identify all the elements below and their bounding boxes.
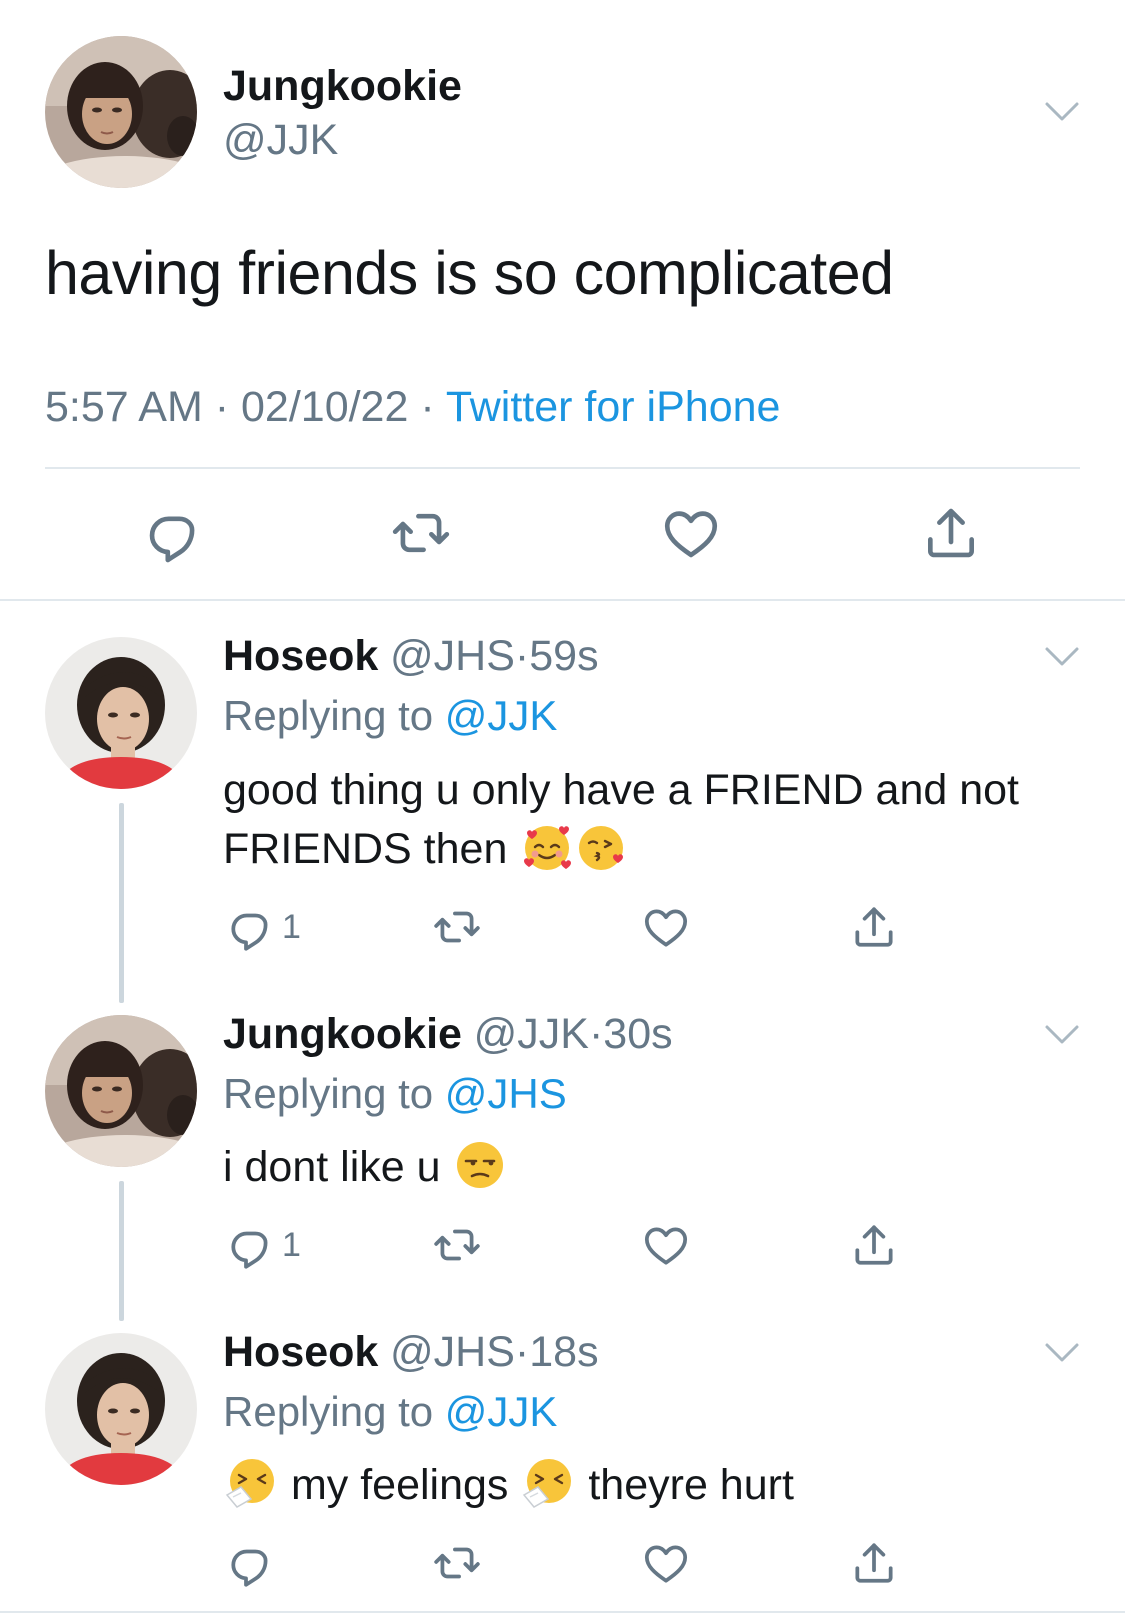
unamused-face-emoji	[454, 1139, 506, 1191]
tweet-time: 5:57 AM	[45, 383, 203, 431]
retweet-icon	[390, 502, 452, 564]
reply-button[interactable]: 1	[226, 902, 301, 952]
reply-text-part: theyre hurt	[588, 1461, 794, 1509]
like-button[interactable]	[660, 502, 722, 564]
share-icon	[849, 1220, 899, 1270]
reply-count: 1	[282, 1225, 301, 1264]
reply-header: Hoseok @JHS·18s	[223, 1328, 599, 1377]
reply-text: i dont like u	[223, 1138, 1083, 1197]
replying-to-prefix: Replying to	[223, 1070, 434, 1117]
replying-to: Replying to @JJK	[223, 692, 557, 740]
retweet-icon	[432, 1220, 482, 1270]
avatar[interactable]	[45, 1333, 197, 1485]
tweet-date: 02/10/22	[241, 383, 409, 431]
smiling-face-with-hearts-emoji	[521, 821, 573, 873]
author-handle[interactable]: @JJK	[223, 116, 338, 165]
retweet-button[interactable]	[390, 502, 452, 564]
avatar[interactable]	[45, 637, 197, 789]
reply-count: 1	[282, 907, 301, 946]
divider	[0, 1611, 1125, 1613]
avatar[interactable]	[45, 36, 197, 188]
reply-age[interactable]: 18s	[529, 1328, 598, 1376]
sneezing-face-emoji	[522, 1457, 574, 1509]
share-button[interactable]	[849, 1220, 899, 1270]
divider	[0, 599, 1125, 601]
author-display-name[interactable]: Hoseok	[223, 632, 378, 680]
replying-to-handle[interactable]: @JJK	[445, 692, 558, 739]
thread-line	[119, 803, 124, 1003]
sneezing-face-emoji	[225, 1457, 277, 1509]
reply-icon	[143, 502, 205, 564]
reply-header: Jungkookie @JJK·30s	[223, 1010, 673, 1059]
reply-text: good thing u only have a FRIEND and not …	[223, 761, 1083, 879]
like-button[interactable]	[641, 1538, 691, 1588]
reply-icon	[226, 902, 276, 952]
chevron-down-icon[interactable]	[1044, 645, 1080, 669]
like-icon	[641, 902, 691, 952]
reply-text-part: i dont like u	[223, 1143, 441, 1191]
retweet-button[interactable]	[432, 1220, 482, 1270]
reply-icon	[226, 1538, 276, 1588]
meta-separator: ·	[420, 383, 435, 431]
share-icon	[849, 1538, 899, 1588]
meta-separator: ·	[514, 632, 530, 680]
chevron-down-icon[interactable]	[1044, 1023, 1080, 1047]
retweet-icon	[432, 1538, 482, 1588]
share-icon	[920, 502, 982, 564]
retweet-icon	[432, 902, 482, 952]
avatar-image	[45, 637, 197, 789]
tweet-source-link[interactable]: Twitter for iPhone	[446, 383, 781, 431]
chevron-down-icon[interactable]	[1044, 1341, 1080, 1365]
reply-button[interactable]	[226, 1538, 276, 1588]
replying-to: Replying to @JHS	[223, 1070, 567, 1118]
meta-separator: ·	[514, 1328, 530, 1376]
like-button[interactable]	[641, 902, 691, 952]
divider	[45, 467, 1080, 469]
reply-text-part: FRIENDS then	[223, 825, 508, 873]
reply-text-line: good thing u only have a FRIEND and not	[223, 766, 1020, 814]
avatar-image	[45, 36, 197, 188]
reply-button[interactable]	[143, 502, 205, 564]
reply-icon	[226, 1220, 276, 1270]
retweet-button[interactable]	[432, 902, 482, 952]
reply-header: Hoseok @JHS·59s	[223, 632, 599, 681]
share-button[interactable]	[920, 502, 982, 564]
share-icon	[849, 902, 899, 952]
author-handle[interactable]: @JHS	[390, 632, 515, 680]
thread-line	[119, 1181, 124, 1321]
avatar[interactable]	[45, 1015, 197, 1167]
author-display-name[interactable]: Jungkookie	[223, 62, 462, 111]
retweet-button[interactable]	[432, 1538, 482, 1588]
avatar-image	[45, 1015, 197, 1167]
tweet-meta: 5:57 AM · 02/10/22 · Twitter for iPhone	[45, 383, 780, 432]
reply-text: my feelings theyre hurt	[223, 1456, 1083, 1515]
replying-to-prefix: Replying to	[223, 1388, 434, 1435]
like-icon	[641, 1220, 691, 1270]
replying-to-handle[interactable]: @JHS	[445, 1070, 567, 1117]
chevron-down-icon[interactable]	[1044, 100, 1080, 124]
like-icon	[660, 502, 722, 564]
author-display-name[interactable]: Jungkookie	[223, 1010, 462, 1058]
meta-separator: ·	[214, 383, 230, 431]
replying-to-handle[interactable]: @JJK	[445, 1388, 558, 1435]
author-display-name[interactable]: Hoseok	[223, 1328, 378, 1376]
replying-to: Replying to @JJK	[223, 1388, 557, 1436]
replying-to-prefix: Replying to	[223, 692, 434, 739]
share-button[interactable]	[849, 902, 899, 952]
like-button[interactable]	[641, 1220, 691, 1270]
face-blowing-kiss-emoji	[577, 821, 629, 873]
author-handle[interactable]: @JHS	[390, 1328, 515, 1376]
reply-button[interactable]: 1	[226, 1220, 301, 1270]
tweet-text: having friends is so complicated	[45, 239, 894, 307]
reply-age[interactable]: 59s	[529, 632, 598, 680]
share-button[interactable]	[849, 1538, 899, 1588]
author-handle[interactable]: @JJK	[474, 1010, 589, 1058]
meta-separator: ·	[588, 1010, 604, 1058]
reply-age[interactable]: 30s	[603, 1010, 672, 1058]
reply-text-line: FRIENDS then	[223, 820, 1083, 879]
like-icon	[641, 1538, 691, 1588]
avatar-image	[45, 1333, 197, 1485]
reply-text-part: my feelings	[290, 1461, 509, 1509]
